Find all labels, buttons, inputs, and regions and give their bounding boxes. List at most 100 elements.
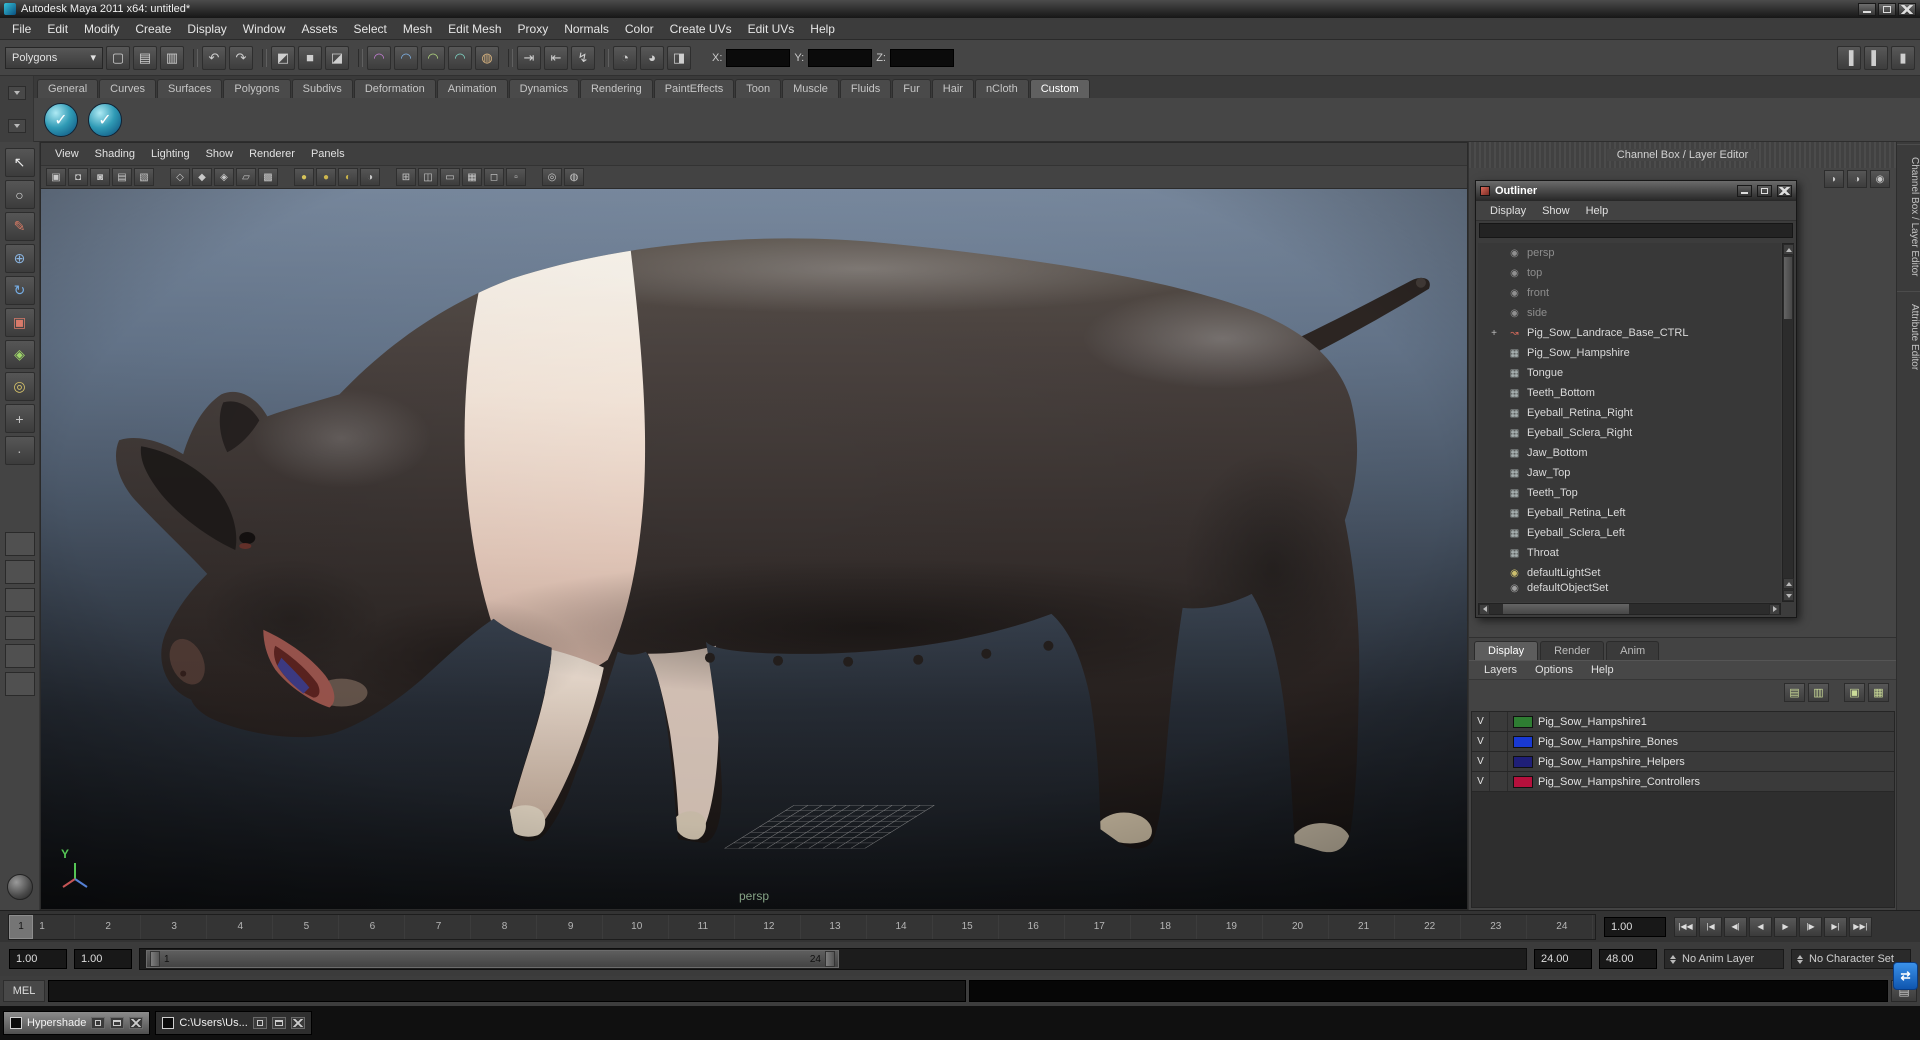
- manip-speed-slow-icon[interactable]: ◗: [1824, 170, 1844, 188]
- snap-to-point-icon[interactable]: ◠: [421, 45, 445, 70]
- undo-icon[interactable]: ↶: [193, 45, 226, 70]
- range-slider-track[interactable]: 1 24: [139, 948, 1527, 970]
- animation-start-field[interactable]: 1.00: [9, 949, 67, 969]
- viewport-menu-item[interactable]: Show: [198, 146, 242, 162]
- shelf-tab[interactable]: Hair: [931, 79, 974, 98]
- outliner-close-button[interactable]: [1777, 185, 1792, 197]
- current-frame-marker[interactable]: 1: [9, 914, 33, 939]
- remote-access-tray-icon[interactable]: ⇄: [1893, 962, 1918, 990]
- range-start-handle[interactable]: [150, 951, 160, 967]
- use-all-lights-icon[interactable]: ●: [316, 168, 336, 186]
- select-camera-icon[interactable]: ▣: [46, 168, 66, 186]
- menu-item[interactable]: Edit UVs: [740, 20, 803, 38]
- shelf-tab[interactable]: Subdivs: [291, 79, 353, 98]
- outliner-item[interactable]: ▦ Jaw_Bottom: [1478, 443, 1781, 463]
- shelf-menu-icon[interactable]: [7, 118, 26, 133]
- layer-editor-tab[interactable]: Render: [1540, 641, 1605, 660]
- layer-row[interactable]: V Pig_Sow_Hampshire_Controllers: [1472, 772, 1894, 792]
- input-connections-icon[interactable]: ⇥: [508, 45, 541, 70]
- wire-on-shaded-icon[interactable]: ◈: [214, 168, 234, 186]
- scroll-down-icon[interactable]: [1783, 590, 1794, 601]
- layer-playback-toggle[interactable]: [1490, 772, 1508, 791]
- menu-item[interactable]: Select: [345, 20, 394, 38]
- soft-modification-tool[interactable]: ◎: [4, 372, 35, 401]
- close-icon[interactable]: [129, 1017, 144, 1029]
- maximize-icon[interactable]: [110, 1017, 125, 1029]
- outliner-item[interactable]: ▦ Jaw_Top: [1478, 463, 1781, 483]
- select-by-object-icon[interactable]: ■: [298, 45, 322, 70]
- menu-item[interactable]: Edit Mesh: [440, 20, 509, 38]
- outliner-title-bar[interactable]: Outliner: [1476, 181, 1796, 201]
- shelf-tab[interactable]: Custom: [1029, 79, 1090, 98]
- scroll-right-icon[interactable]: [1769, 603, 1780, 615]
- gate-mask-icon[interactable]: ▭: [440, 168, 460, 186]
- minimized-window-button[interactable]: Hypershade: [3, 1011, 151, 1035]
- outliner-horizontal-scrollbar[interactable]: [1478, 603, 1781, 615]
- new-layer-from-selected-icon[interactable]: ▦: [1868, 682, 1889, 702]
- menu-item[interactable]: Edit: [39, 20, 76, 38]
- outliner-menu-item[interactable]: Display: [1482, 203, 1534, 219]
- show-attribute-editor-icon[interactable]: ▐: [1837, 45, 1861, 70]
- shelf-tab[interactable]: Fur: [892, 79, 931, 98]
- textured-icon[interactable]: ▩: [258, 168, 278, 186]
- step-back-key-button[interactable]: ◀|: [1724, 916, 1747, 937]
- textured-lights-icon[interactable]: ◑: [360, 168, 380, 186]
- redo-icon[interactable]: ↷: [229, 45, 253, 70]
- playback-end-field[interactable]: 24.00: [1534, 949, 1592, 969]
- z-coordinate-input[interactable]: [889, 48, 954, 67]
- layer-editor-tab[interactable]: Display: [1474, 641, 1539, 660]
- menu-item[interactable]: Normals: [556, 20, 617, 38]
- viewport-menu-item[interactable]: View: [47, 146, 87, 162]
- isolate-select-icon[interactable]: ◎: [542, 168, 562, 186]
- layer-row[interactable]: V Pig_Sow_Hampshire_Helpers: [1472, 752, 1894, 772]
- menu-item[interactable]: Assets: [293, 20, 345, 38]
- outliner-filter-field[interactable]: [1479, 223, 1793, 238]
- layout-three-top[interactable]: [4, 616, 35, 640]
- animation-end-field[interactable]: 48.00: [1599, 949, 1657, 969]
- custom-shelf-item-2[interactable]: ✓: [88, 102, 122, 137]
- use-default-lighting-icon[interactable]: ●: [294, 168, 314, 186]
- scrollbar-thumb[interactable]: [1784, 257, 1792, 319]
- outliner-menu-item[interactable]: Help: [1578, 203, 1617, 219]
- save-scene-icon[interactable]: ▥: [160, 45, 184, 70]
- xray-icon[interactable]: ◍: [564, 168, 584, 186]
- new-empty-layer-icon[interactable]: ▣: [1844, 682, 1865, 702]
- manip-hyperbolic-icon[interactable]: ◉: [1870, 170, 1890, 188]
- ipr-render-icon[interactable]: ◕: [640, 45, 664, 70]
- shelf-tab[interactable]: Toon: [735, 79, 782, 98]
- safe-title-icon[interactable]: ▫: [506, 168, 526, 186]
- show-tool-settings-icon[interactable]: ▌: [1864, 45, 1888, 70]
- layer-visibility-toggle[interactable]: V: [1472, 772, 1490, 791]
- output-connections-icon[interactable]: ⇤: [544, 45, 568, 70]
- shelf-tab[interactable]: Deformation: [353, 79, 436, 98]
- step-forward-frame-button[interactable]: ▶|: [1824, 916, 1847, 937]
- x-coordinate-input[interactable]: [726, 48, 791, 67]
- layer-row[interactable]: V Pig_Sow_Hampshire1: [1472, 712, 1894, 732]
- command-line-input[interactable]: [48, 980, 966, 1002]
- scroll-up-icon[interactable]: [1783, 578, 1794, 589]
- shelf-tab-menu-icon[interactable]: [7, 85, 26, 100]
- shelf-tab[interactable]: nCloth: [974, 79, 1029, 98]
- menu-item[interactable]: Create: [127, 20, 179, 38]
- close-icon[interactable]: [290, 1017, 305, 1029]
- menu-item[interactable]: File: [4, 20, 39, 38]
- layer-color-swatch[interactable]: [1513, 775, 1533, 788]
- close-button[interactable]: [1898, 2, 1916, 16]
- layer-editor-menu-item[interactable]: Help: [1582, 662, 1623, 678]
- shelf-tab[interactable]: Animation: [436, 79, 508, 98]
- move-layer-down-icon[interactable]: ▥: [1808, 682, 1829, 702]
- outliner-minimize-button[interactable]: [1737, 185, 1752, 197]
- layer-color-swatch[interactable]: [1513, 735, 1533, 748]
- wireframe-icon[interactable]: ◇: [170, 168, 190, 186]
- range-end-handle[interactable]: [825, 951, 835, 967]
- outliner-item[interactable]: ◉ defaultObjectSet: [1478, 583, 1781, 593]
- shelf-tab[interactable]: PaintEffects: [653, 79, 735, 98]
- render-ball-icon[interactable]: [6, 874, 33, 900]
- mel-language-button[interactable]: MEL: [3, 980, 45, 1002]
- playback-range[interactable]: 1 24: [146, 950, 839, 968]
- outliner-item[interactable]: ◉ front: [1478, 283, 1781, 303]
- move-tool[interactable]: ⊕: [4, 244, 35, 273]
- outliner-item[interactable]: ▦ Teeth_Top: [1478, 483, 1781, 503]
- shelf-tab[interactable]: Curves: [99, 79, 156, 98]
- menu-item[interactable]: Modify: [76, 20, 127, 38]
